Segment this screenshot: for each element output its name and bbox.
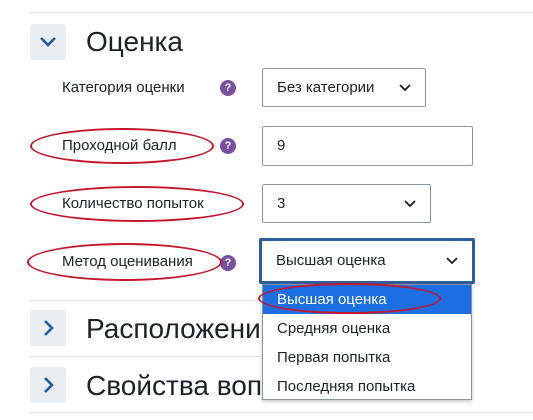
chevron-down-icon [446, 257, 458, 265]
chevron-right-icon [44, 377, 54, 393]
chevron-down-icon [404, 199, 416, 207]
grade-category-value: Без категории [277, 79, 375, 96]
section-toggle-question-props[interactable] [30, 367, 66, 403]
attempts-select[interactable]: 3 [262, 184, 431, 223]
grade-category-select[interactable]: Без категории [262, 68, 426, 107]
option-highest-grade[interactable]: Высшая оценка [263, 285, 471, 314]
section-title-question-props[interactable]: Свойства вопроса [86, 370, 262, 402]
option-average-grade[interactable]: Средняя оценка [263, 314, 471, 343]
divider [30, 356, 262, 357]
attempts-value: 3 [277, 195, 286, 212]
grading-method-dropdown: Высшая оценка Средняя оценка Первая попы… [262, 284, 472, 400]
pass-grade-value: 9 [277, 137, 286, 154]
divider-bottom [30, 412, 533, 413]
collapsed-section-titles: Расположение Свойства вопроса [0, 0, 262, 420]
grading-method-select[interactable]: Высшая оценка [259, 238, 475, 284]
pass-grade-input[interactable]: 9 [262, 126, 473, 166]
grading-method-value: Высшая оценка [276, 252, 386, 269]
section-title-layout[interactable]: Расположение [86, 313, 262, 345]
option-last-attempt[interactable]: Последняя попытка [263, 372, 471, 401]
chevron-down-icon [399, 83, 411, 91]
option-first-attempt[interactable]: Первая попытка [263, 343, 471, 372]
